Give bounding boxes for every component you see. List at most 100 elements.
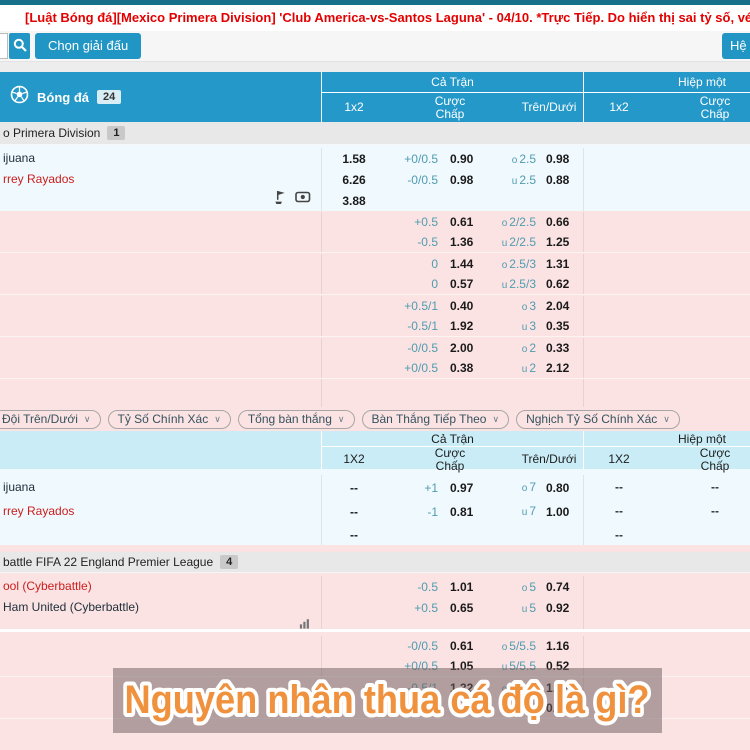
over-odds[interactable]: 1.16 xyxy=(540,639,584,653)
under-odds[interactable]: 1.00 xyxy=(540,500,584,524)
league-header-cyberbattle-epl[interactable]: battle FIFA 22 England Premier League 4 xyxy=(0,552,750,573)
column-group-first-half: Hiệp một xyxy=(677,75,727,89)
filter-reverse-correct-score[interactable]: Nghịch Tỷ Số Chính Xác ∨ xyxy=(516,409,680,429)
column-h1-1x2: 1x2 xyxy=(609,100,629,115)
extra-handicap-lines-match1: +0.5 0.61 o 2/2.5 0.66 -0.5 1.36 u 2/2.5 1.25 … xyxy=(0,211,750,407)
handicap-odds[interactable]: 1.44 xyxy=(438,257,484,271)
under-odds[interactable]: 0.35 xyxy=(540,319,584,333)
table2-header: Cả Trận Hiệp một 1X2 Cược Chấp Trên/Dưới… xyxy=(0,431,750,473)
over-odds[interactable]: 0.66 xyxy=(540,215,584,229)
over-odds[interactable]: 0.98 xyxy=(540,152,584,166)
h1-1x2-odds[interactable]: -- xyxy=(584,499,654,523)
market-filter-bar: Đội Trên/Dưới ∨ Tỷ Số Chính Xác ∨ Tổng bàn… xyxy=(0,407,750,431)
handicap-odds[interactable]: 0.61 xyxy=(438,215,484,229)
handicap-odds[interactable]: 0.57 xyxy=(438,277,484,291)
handicap-odds[interactable]: 1.36 xyxy=(438,235,484,249)
first-half-column xyxy=(584,148,750,211)
h1-handicap-odds[interactable]: -- xyxy=(667,475,750,499)
sport-header[interactable]: Bóng đá 24 Cả Trận Hiệp một 1x2 Cược Chấ… xyxy=(0,72,750,122)
live-video-icon[interactable] xyxy=(295,190,311,211)
choose-league-button[interactable]: Chọn giải đấu xyxy=(35,33,142,59)
h1-1x2-odds[interactable]: -- xyxy=(584,475,654,499)
over-odds[interactable]: 0.80 xyxy=(540,476,584,500)
filter-next-goal[interactable]: Bàn Thắng Tiếp Theo ∨ xyxy=(361,409,510,429)
sport-header-left[interactable]: Bóng đá 24 xyxy=(0,72,322,122)
handicap-odds[interactable]: 2.00 xyxy=(438,341,484,355)
chevron-down-icon: ∨ xyxy=(337,413,345,424)
over-odds[interactable]: 0.33 xyxy=(540,341,584,355)
spacer-row xyxy=(0,379,750,407)
odds-1x2-away[interactable]: 6.26 xyxy=(322,173,386,187)
h1-1x2-odds[interactable]: -- xyxy=(584,523,654,547)
league-count-badge: 1 xyxy=(107,126,126,140)
under-line: u 2.5 xyxy=(511,172,536,187)
odds-1x2-away[interactable]: -- xyxy=(322,500,386,524)
match-row-cyberbattle: ool (Cyberbattle) Ham United (Cyberbattl… xyxy=(0,573,750,632)
odds-1x2-home[interactable]: 1.58 xyxy=(322,152,386,166)
sport-label: Bóng đá xyxy=(37,89,89,105)
column-handicap: Cược Chấp xyxy=(434,93,466,121)
filter-team-over-under[interactable]: Đội Trên/Dưới ∨ xyxy=(0,409,101,429)
search-input[interactable] xyxy=(0,33,8,59)
over-odds[interactable]: 1.31 xyxy=(540,257,584,271)
watermark-banner: Nguyên nhân thua cá độ là gì? xyxy=(113,668,662,733)
home-team-name: ijuana xyxy=(3,480,36,494)
odds-column: 1.58 +0/0.5 0.90 o 2.5 0.98 6.26 -0/0.5 0… xyxy=(322,148,584,211)
help-button[interactable]: Hệ xyxy=(722,33,750,59)
away-team-name: Ham United (Cyberbattle) xyxy=(3,600,140,614)
handicap-odds[interactable]: 0.97 xyxy=(438,476,484,500)
watermark-banner-svg: Nguyên nhân thua cá độ là gì? xyxy=(121,674,654,726)
filter-correct-score[interactable]: Tỷ Số Chính Xác ∨ xyxy=(107,409,231,429)
tab-strip xyxy=(0,62,750,72)
odds-pair: -0/0.5 2.00 o 2 0.33 +0/0.5 0.38 u 2 2.12 xyxy=(0,337,750,379)
home-team-name: ijuana xyxy=(3,151,36,165)
handicap-odds[interactable]: 0.61 xyxy=(438,639,484,653)
handicap-odds[interactable]: 0.81 xyxy=(438,500,484,524)
corner-flag-icon[interactable] xyxy=(274,190,287,212)
h1-handicap-odds[interactable]: -- xyxy=(667,499,750,523)
handicap-odds[interactable]: 0.38 xyxy=(438,361,484,375)
handicap-odds[interactable]: 1.01 xyxy=(438,580,484,594)
odds-1x2-draw[interactable]: -- xyxy=(322,523,386,547)
chevron-down-icon: ∨ xyxy=(214,413,221,424)
over-odds[interactable]: 0.74 xyxy=(540,580,584,594)
search-button[interactable] xyxy=(9,33,30,59)
handicap-odds[interactable]: 0.65 xyxy=(438,601,484,615)
column-group-full-match: Cả Trận xyxy=(322,72,584,92)
handicap-odds[interactable]: 0.90 xyxy=(438,152,484,166)
column-group-first-half: Hiệp một xyxy=(677,432,727,446)
under-odds[interactable]: 0.62 xyxy=(540,277,584,291)
column-over-under: Trên/Dưới xyxy=(521,452,577,467)
handicap-odds[interactable]: 1.92 xyxy=(438,319,484,333)
under-odds[interactable]: 1.25 xyxy=(540,235,584,249)
column-1x2: 1x2 xyxy=(344,100,364,115)
under-odds[interactable]: 0.92 xyxy=(540,601,584,615)
league-count-badge: 4 xyxy=(220,555,239,569)
league-name: o Primera Division xyxy=(3,126,101,140)
announcement-marquee: [Luật Bóng đá][Mexico Primera Division] … xyxy=(0,5,750,31)
odds-1x2-home[interactable]: -- xyxy=(322,476,386,500)
handicap-odds[interactable]: 0.40 xyxy=(438,299,484,313)
handicap-odds[interactable]: 0.98 xyxy=(438,173,484,187)
filter-total-goals[interactable]: Tổng bàn thắng ∨ xyxy=(237,409,355,429)
column-h1-1x2: 1X2 xyxy=(608,452,630,467)
column-group-full-match: Cả Trận xyxy=(322,431,584,446)
handicap-line: +0/0.5 xyxy=(404,151,438,166)
odds-1x2-draw[interactable]: 3.88 xyxy=(322,194,386,208)
column-1x2: 1X2 xyxy=(343,452,365,467)
chevron-down-icon: ∨ xyxy=(492,413,500,424)
search-icon xyxy=(13,38,27,55)
league-header-primera-division[interactable]: o Primera Division 1 xyxy=(0,122,750,145)
odds-pair: +0.5/1 0.40 o 3 2.04 -0.5/1 1.92 u 3 0.35 xyxy=(0,295,750,337)
spacer-strip xyxy=(0,545,750,552)
home-team-name: ool (Cyberbattle) xyxy=(3,579,92,593)
away-team-name: rrey Rayados xyxy=(3,172,75,186)
sport-count-badge: 24 xyxy=(97,90,122,104)
over-odds[interactable]: 2.04 xyxy=(540,299,584,313)
under-odds[interactable]: 2.12 xyxy=(540,361,584,375)
under-odds[interactable]: 0.88 xyxy=(540,173,584,187)
betting-page: [Luật Bóng đá][Mexico Primera Division] … xyxy=(0,0,750,750)
over-line: o 2.5 xyxy=(511,151,536,166)
team-column: ijuana rrey Rayados xyxy=(0,148,322,211)
stats-chart-icon[interactable] xyxy=(299,615,311,636)
